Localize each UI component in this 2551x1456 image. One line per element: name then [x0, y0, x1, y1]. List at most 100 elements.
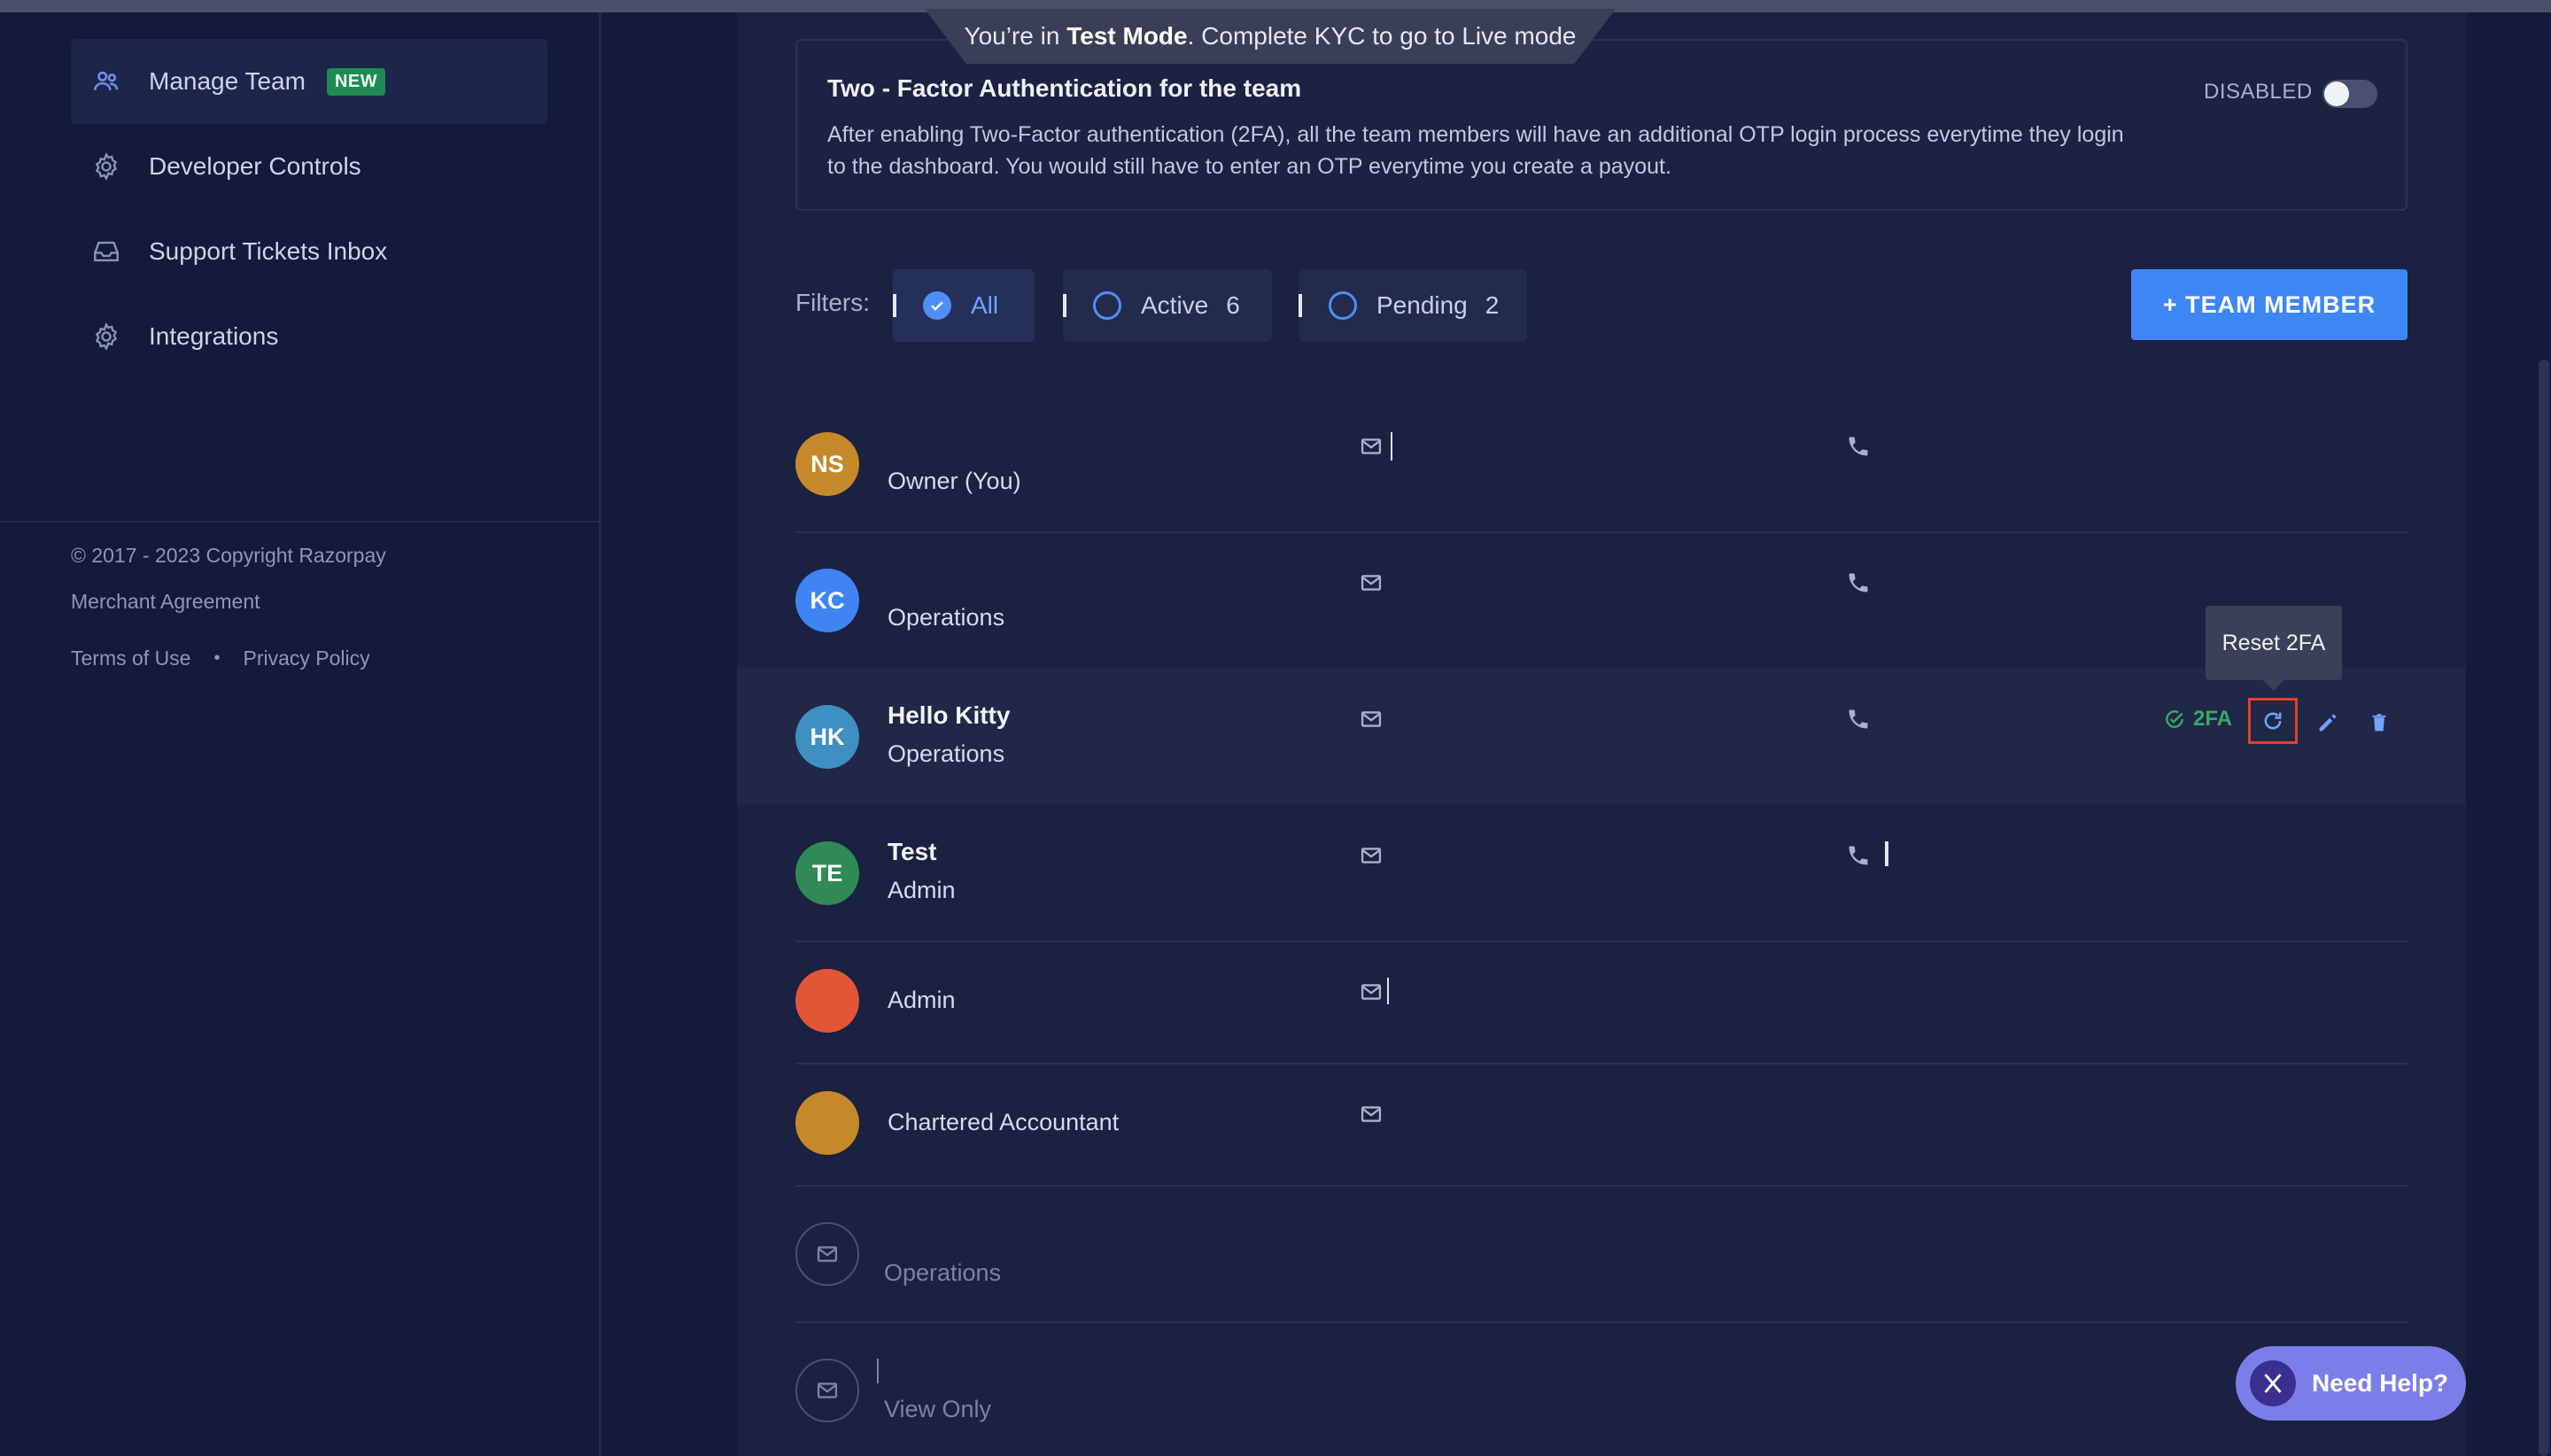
table-row[interactable] — [795, 533, 2408, 670]
delete-button[interactable] — [2354, 700, 2404, 746]
sidebar-item-integrations[interactable]: Integrations — [71, 294, 547, 379]
pencil-icon — [2319, 714, 2337, 732]
mail-icon — [1359, 843, 1384, 868]
filter-active[interactable]: Active 6 — [1063, 269, 1272, 342]
avatar — [795, 969, 859, 1033]
sidebar-item-manage-team[interactable]: Manage Team NEW — [71, 39, 547, 124]
table-row-pending[interactable] — [795, 1187, 2408, 1323]
filter-all[interactable]: All — [893, 269, 1035, 342]
pending-avatar — [795, 1359, 859, 1422]
sidebar-item-developer-controls[interactable]: Developer Controls — [71, 124, 547, 209]
filter-label: Pending — [1376, 291, 1468, 319]
avatar: TE — [795, 841, 859, 905]
member-role: Admin — [888, 877, 956, 903]
mail-icon — [1359, 980, 1384, 1004]
refresh-icon — [2264, 712, 2282, 730]
sidebar: Manage Team NEW Developer Controls Suppo… — [0, 12, 601, 1456]
privacy-link[interactable]: Privacy Policy — [244, 647, 370, 670]
trash-icon — [2372, 714, 2386, 732]
edit-button[interactable] — [2303, 700, 2353, 746]
gear-icon — [89, 149, 124, 184]
member-role: Operations — [888, 740, 1005, 767]
avatar: HK — [795, 705, 859, 769]
new-badge: NEW — [326, 67, 386, 96]
twofa-toggle[interactable] — [2322, 80, 2377, 108]
member-role: Operations — [884, 1259, 1002, 1286]
table-row-hovered[interactable] — [737, 668, 2466, 804]
filter-label: All — [971, 291, 999, 319]
table-row[interactable] — [795, 397, 2408, 533]
radio-icon — [1093, 291, 1121, 320]
pending-avatar — [795, 1222, 859, 1286]
sidebar-divider — [0, 521, 601, 523]
toggle-knob — [2324, 81, 2349, 106]
add-team-member-button[interactable]: + TEAM MEMBER — [2131, 269, 2408, 340]
table-row[interactable] — [795, 942, 2408, 1079]
help-logo-icon — [2250, 1360, 2296, 1406]
sidebar-item-label: Manage Team — [149, 67, 306, 95]
twofa-card: Two - Factor Authentication for the team… — [795, 39, 2408, 211]
phone-icon — [1846, 843, 1871, 868]
banner-prefix: You’re in — [964, 22, 1060, 50]
check-icon — [923, 291, 951, 320]
filters-label: Filters: — [795, 289, 870, 316]
merchant-agreement-link[interactable]: Merchant Agreement — [71, 590, 260, 614]
sidebar-item-label: Integrations — [149, 322, 279, 350]
radio-icon — [1329, 291, 1357, 320]
mail-icon — [1359, 1102, 1384, 1127]
text-cursor — [877, 1359, 879, 1383]
inbox-icon — [89, 234, 124, 269]
gear-icon — [89, 319, 124, 354]
need-help-label: Need Help? — [2312, 1369, 2449, 1397]
mail-icon — [817, 1382, 838, 1398]
member-role: Chartered Accountant — [888, 1109, 1120, 1135]
twofa-enabled-tag: 2FA — [2163, 707, 2232, 732]
copyright-text: © 2017 - 2023 Copyright Razorpay — [71, 544, 386, 567]
text-cursor — [1063, 294, 1066, 317]
text-cursor — [1391, 432, 1392, 461]
phone-icon — [1846, 434, 1871, 459]
mail-icon — [1359, 707, 1384, 732]
member-role: View Only — [884, 1396, 992, 1422]
avatar — [795, 1091, 859, 1155]
filter-label: Active — [1141, 291, 1209, 319]
text-cursor — [1299, 294, 1302, 317]
table-row-pending[interactable] — [795, 1323, 2408, 1456]
filter-pending[interactable]: Pending 2 — [1299, 269, 1527, 342]
terms-link[interactable]: Terms of Use — [71, 647, 190, 670]
reset-2fa-button[interactable] — [2248, 698, 2298, 744]
check-circle-icon — [2166, 710, 2183, 728]
need-help-button[interactable]: Need Help? — [2236, 1346, 2466, 1421]
member-role: Admin — [888, 987, 956, 1013]
left-gutter — [602, 12, 737, 1456]
mail-icon — [1359, 434, 1384, 459]
separator-dot: • — [213, 648, 221, 668]
avatar: KC — [795, 569, 859, 632]
member-role: Owner (You) — [888, 468, 1021, 494]
twofa-status-label: DISABLED — [2204, 80, 2313, 104]
banner-mode: Test Mode — [1066, 22, 1188, 50]
scrollbar-thumb[interactable] — [2539, 360, 2549, 1456]
app: Manage Team NEW Developer Controls Suppo… — [0, 0, 2551, 1456]
member-name: Hello Kitty — [888, 701, 1011, 729]
twofa-tag-label: 2FA — [2193, 707, 2233, 731]
text-cursor — [1387, 978, 1389, 1004]
avatar: NS — [795, 432, 859, 496]
filter-count: 2 — [1485, 291, 1500, 319]
text-cursor — [893, 294, 896, 317]
sidebar-item-support-tickets[interactable]: Support Tickets Inbox — [71, 209, 547, 294]
footer-links: Terms of Use • Privacy Policy — [71, 647, 370, 670]
banner-suffix: . Complete KYC to go to Live mode — [1187, 22, 1577, 50]
sidebar-item-label: Support Tickets Inbox — [149, 237, 388, 265]
member-name: Test — [888, 838, 937, 865]
sidebar-item-label: Developer Controls — [149, 152, 361, 180]
reset-2fa-tooltip: Reset 2FA — [2206, 606, 2342, 691]
member-role: Operations — [888, 604, 1005, 631]
twofa-title: Two - Factor Authentication for the team — [827, 74, 1302, 102]
twofa-description: After enabling Two-Factor authentication… — [827, 122, 2124, 179]
mail-icon — [1359, 570, 1384, 595]
table-row[interactable] — [795, 804, 2408, 941]
mail-icon — [817, 1246, 838, 1262]
text-cursor — [1885, 841, 1888, 866]
phone-icon — [1846, 707, 1871, 732]
